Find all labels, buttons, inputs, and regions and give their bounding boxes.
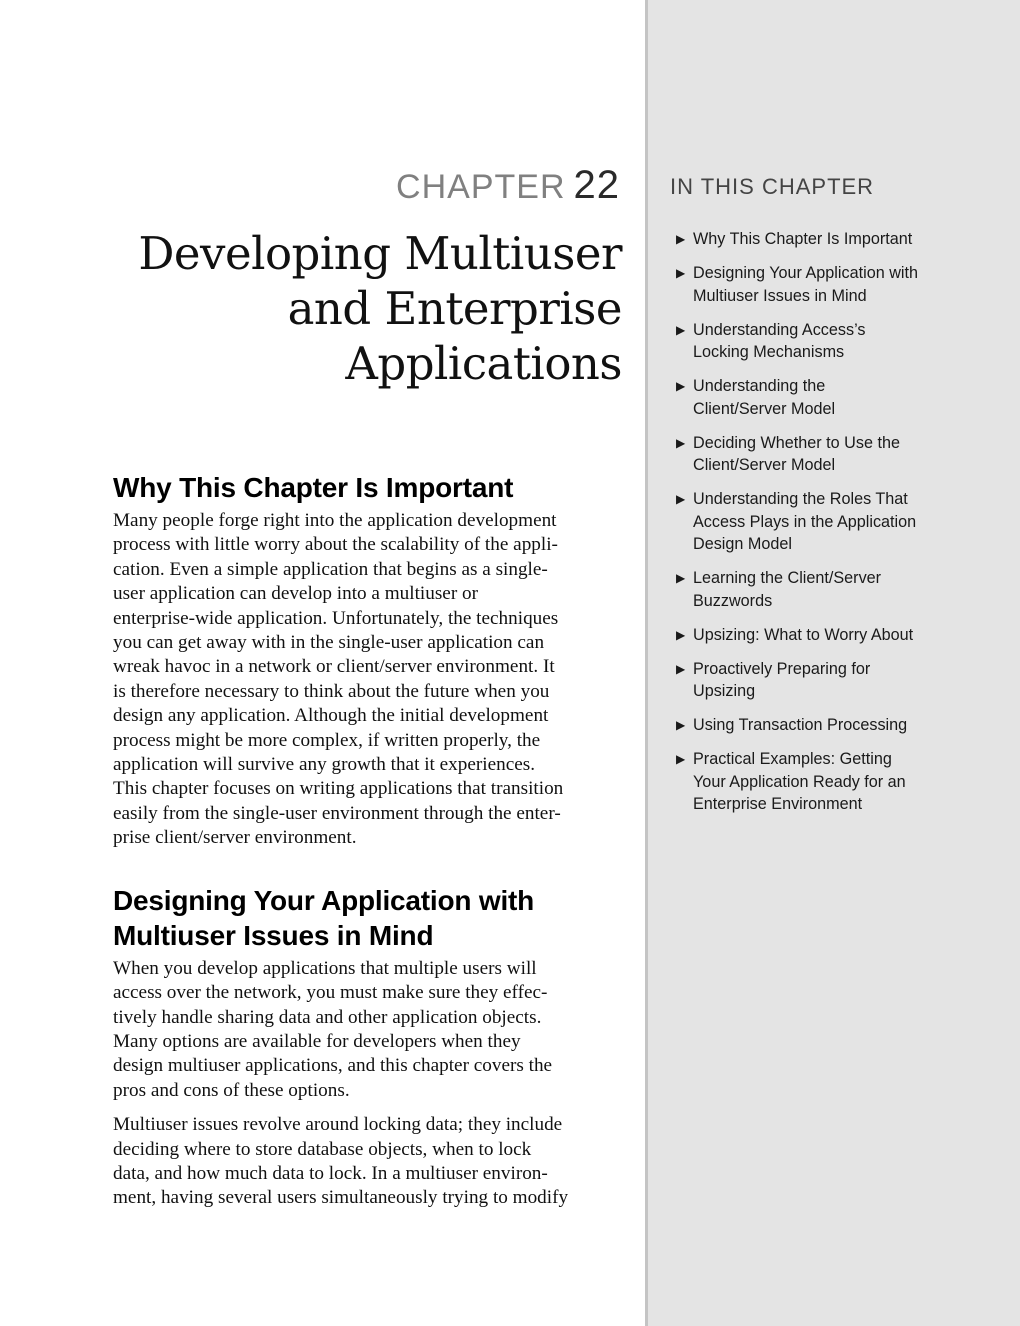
body-paragraph: When you develop applications that multi…	[113, 957, 623, 1103]
contents-list-item-text: Proactively Preparing for	[693, 659, 871, 678]
paragraph-line: user application can develop into a mult…	[113, 583, 478, 605]
contents-list-item: ▶ Using Transaction Processing	[676, 714, 1006, 737]
contents-list-item-text: Upsizing: What to Worry About	[693, 625, 914, 644]
contents-list-item-text: Design Model	[693, 535, 792, 553]
paragraph-line: cation. Even a simple application that b…	[113, 558, 548, 580]
contents-list-item-text: Access Plays in the Application	[693, 512, 917, 531]
contents-list-item-text: Using Transaction Processing	[693, 716, 908, 734]
paragraph-line: wreak havoc in a network or client/serve…	[113, 656, 555, 678]
triangle-right-icon: ▶	[676, 661, 686, 676]
paragraph-line: Multiuser issues revolve around locking …	[113, 1114, 563, 1136]
paragraph-line: enterprise-wide application. Unfortunate…	[113, 607, 559, 629]
section-heading-line: Designing Your Application with	[113, 884, 535, 916]
contents-list-item-text: Why This Chapter Is Important	[693, 230, 913, 248]
chapter-title-line: Developing Multiuser	[138, 227, 622, 280]
article-section: Why This Chapter Is Important Many people…	[113, 470, 623, 851]
contents-list-item-text: Your Application Ready for an	[693, 772, 906, 791]
main-body: Why This Chapter Is Important Many people…	[113, 470, 623, 1243]
contents-list-item-text: Enterprise Environment	[693, 795, 863, 813]
chapter-number: 22	[573, 163, 620, 207]
contents-list-item-text: Understanding the Roles That	[693, 490, 908, 508]
contents-list-item: ▶ Deciding Whether to Use the Client/Serve…	[676, 432, 1006, 477]
section-heading-line: Why This Chapter Is Important	[113, 472, 514, 503]
contents-list-item-text: Learning the Client/Server	[693, 569, 882, 587]
paragraph-line: process might be more complex, if writte…	[113, 729, 541, 751]
triangle-right-icon: ▶	[676, 752, 686, 766]
chapter-title-line: and Enterprise	[287, 282, 623, 335]
paragraph-line: This chapter focuses on writing applicat…	[113, 778, 564, 800]
chapter-contents-list: ▶ Why This Chapter Is Important ▶ Designing…	[676, 228, 1006, 827]
contents-list-item-text: Locking Mechanisms	[693, 343, 845, 361]
article-section: Designing Your Application with Multiuser…	[113, 883, 623, 1211]
contents-list-item: ▶ Proactively Preparing for Upsizing	[676, 658, 1006, 703]
in-this-chapter-heading: IN THIS CHAPTER	[670, 174, 875, 199]
contents-list-item: ▶ Understanding Access’s Locking Mechanism…	[676, 319, 1006, 364]
paragraph-line: Many people forge right into the applica…	[113, 510, 557, 531]
contents-list-item: ▶ Practical Examples: Getting Your Applica…	[676, 748, 1006, 816]
triangle-right-icon: ▶	[676, 492, 686, 506]
paragraph-line: When you develop applications that multi…	[113, 957, 537, 979]
triangle-right-icon: ▶	[676, 435, 686, 450]
contents-list-item: ▶ Understanding the Roles That Access Play…	[676, 488, 1006, 556]
contents-list-item-text: Upsizing	[693, 682, 756, 700]
contents-list-item: ▶ Designing Your Application with Multiuse…	[676, 262, 1006, 307]
section-heading: Why This Chapter Is Important	[113, 470, 623, 505]
chapter-label: CHAPTER 22	[396, 160, 620, 212]
triangle-right-icon: ▶	[676, 571, 686, 585]
contents-list-item-text: Client/Server Model	[693, 399, 836, 418]
triangle-right-icon: ▶	[676, 322, 686, 337]
contents-list-item-text: Buzzwords	[693, 591, 773, 610]
paragraph-line: data, and how much data to lock. In a mu…	[113, 1162, 548, 1184]
paragraph-line: process with little worry about the scal…	[113, 534, 558, 556]
body-paragraph: Many people forge right into the applica…	[113, 509, 623, 851]
contents-list-item-text: Client/Server Model	[693, 456, 836, 474]
section-heading-line: Multiuser Issues in Mind	[113, 919, 434, 951]
contents-list-item: ▶ Why This Chapter Is Important	[676, 228, 1006, 251]
triangle-right-icon: ▶	[676, 627, 686, 642]
paragraph-line: access over the network, you must make s…	[113, 982, 548, 1004]
contents-list-item-text: Practical Examples: Getting	[693, 750, 892, 768]
paragraph-line: Many options are available for developer…	[113, 1030, 521, 1052]
paragraph-line: deciding where to store database objects…	[113, 1138, 532, 1160]
triangle-right-icon: ▶	[676, 232, 686, 246]
contents-list-item-text: Designing Your Application with	[693, 264, 918, 282]
body-paragraph: Multiuser issues revolve around locking …	[113, 1113, 623, 1211]
chapter-title: Developing Multiuser and Enterprise Appl…	[102, 226, 622, 391]
paragraph-line: tively handle sharing data and other app…	[113, 1006, 542, 1028]
triangle-right-icon: ▶	[676, 266, 686, 280]
triangle-right-icon: ▶	[676, 379, 686, 393]
paragraph-line: is therefore necessary to think about th…	[113, 680, 550, 702]
contents-list-item-text: Understanding Access’s	[693, 320, 866, 339]
contents-list-item-text: Understanding the	[693, 377, 826, 395]
paragraph-line: ment, having several users simultaneousl…	[113, 1187, 569, 1209]
paragraph-line: application will survive any growth that…	[113, 754, 536, 776]
contents-list-item: ▶ Upsizing: What to Worry About	[676, 624, 1006, 647]
contents-list-item: ▶ Learning the Client/Server Buzzwords	[676, 567, 1006, 612]
paragraph-line: prise client/server environment.	[113, 827, 357, 849]
paragraph-line: you can get away with in the single-user…	[113, 632, 545, 654]
paragraph-line: pros and cons of these options.	[113, 1079, 350, 1101]
paragraph-line: design any application. Although the ini…	[113, 705, 549, 727]
paragraph-line: design multiuser applications, and this …	[113, 1055, 553, 1077]
contents-list-item-text: Deciding Whether to Use the	[693, 433, 900, 452]
triangle-right-icon: ▶	[676, 718, 686, 732]
section-heading: Designing Your Application with Multiuser…	[113, 883, 623, 953]
contents-list-item: ▶ Understanding the Client/Server Model	[676, 375, 1006, 420]
paragraph-line: easily from the single-user environment …	[113, 802, 561, 824]
chapter-title-line: Applications	[345, 337, 622, 390]
chapter-word: CHAPTER	[396, 168, 566, 206]
contents-list-item-text: Multiuser Issues in Mind	[693, 286, 867, 305]
